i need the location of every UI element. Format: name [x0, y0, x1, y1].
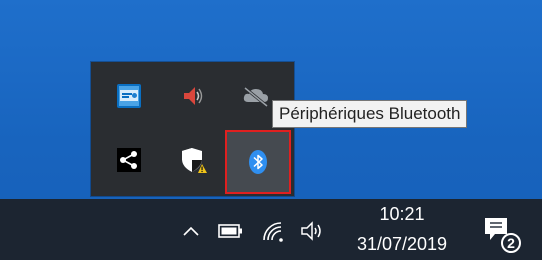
notification-count-badge: 2	[501, 233, 521, 253]
bluetooth-highlight-box	[225, 130, 291, 194]
clock-time: 10:21	[379, 204, 425, 224]
wifi-icon[interactable]	[260, 218, 288, 244]
volume-icon[interactable]	[298, 218, 328, 244]
chevron-up-icon[interactable]	[180, 220, 202, 242]
speaker-icon[interactable]	[174, 76, 214, 116]
windows-security-warning-icon[interactable]	[174, 140, 214, 180]
bluetooth-tooltip: Périphériques Bluetooth	[272, 100, 468, 128]
intel-graphics-icon[interactable]	[109, 76, 149, 116]
onedrive-cloud-icon[interactable]	[236, 76, 276, 116]
tooltip-text: Périphériques Bluetooth	[279, 104, 461, 123]
share-nodes-icon[interactable]	[109, 140, 149, 180]
battery-icon[interactable]	[217, 220, 245, 242]
clock-date: 31/07/2019	[356, 234, 448, 254]
taskbar-clock[interactable]: 10:21 31/07/2019	[340, 201, 464, 257]
